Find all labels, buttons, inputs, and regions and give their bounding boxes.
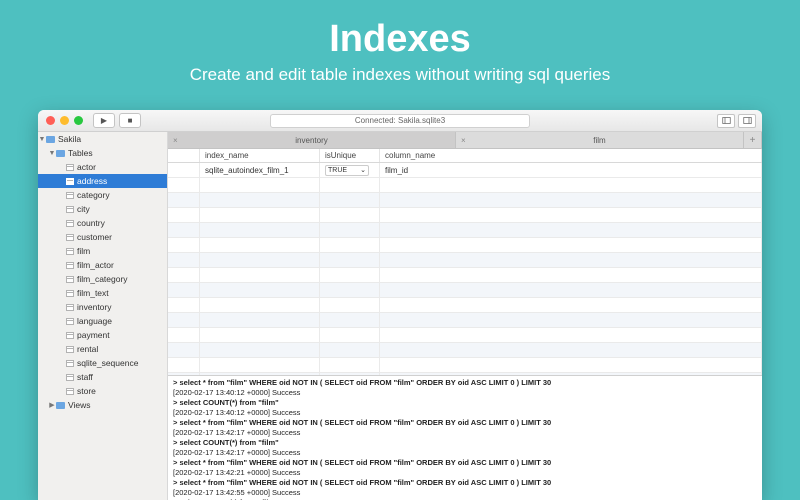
sidebar-table-rental[interactable]: rental <box>38 342 167 356</box>
sidebar-table-payment[interactable]: payment <box>38 328 167 342</box>
col-is-unique[interactable]: isUnique <box>320 149 380 162</box>
hero-title: Indexes <box>0 18 800 61</box>
sidebar-table-sqlite_sequence[interactable]: sqlite_sequence <box>38 356 167 370</box>
empty-row <box>168 328 762 343</box>
empty-row <box>168 178 762 193</box>
tab-film[interactable]: ×film <box>456 132 744 148</box>
empty-row <box>168 298 762 313</box>
empty-row <box>168 313 762 328</box>
sidebar-tables-folder[interactable]: ▼Tables <box>38 146 167 160</box>
sidebar-table-actor[interactable]: actor <box>38 160 167 174</box>
empty-row <box>168 253 762 268</box>
console-line: > select * from "film" WHERE oid NOT IN … <box>173 418 757 428</box>
console-line: [2020-02-17 13:42:17 +0000] Success <box>173 428 757 438</box>
console-line: [2020-02-17 13:42:21 +0000] Success <box>173 468 757 478</box>
sql-console[interactable]: > select * from "film" WHERE oid NOT IN … <box>168 375 762 500</box>
console-line: > select COUNT(*) from "film" <box>173 438 757 448</box>
empty-row <box>168 223 762 238</box>
close-tab-icon[interactable]: × <box>461 136 466 145</box>
sidebar-table-film[interactable]: film <box>38 244 167 258</box>
hero-subtitle: Create and edit table indexes without wr… <box>0 65 800 85</box>
empty-row <box>168 358 762 373</box>
col-index-name[interactable]: index_name <box>200 149 320 162</box>
traffic-lights <box>38 116 83 125</box>
console-line: [2020-02-17 13:40:12 +0000] Success <box>173 408 757 418</box>
sidebar-table-customer[interactable]: customer <box>38 230 167 244</box>
connection-status: Connected: Sakila.sqlite3 <box>270 114 530 128</box>
console-line: [2020-02-17 13:40:12 +0000] Success <box>173 388 757 398</box>
sidebar-db-root[interactable]: ▼Sakila <box>38 132 167 146</box>
sidebar: ▼Sakila▼Tablesactoraddresscategorycityco… <box>38 132 168 500</box>
tab-bar: ×inventory×film+ <box>168 132 762 149</box>
console-line: > select COUNT(*) from "film" <box>173 398 757 408</box>
sidebar-table-store[interactable]: store <box>38 384 167 398</box>
sidebar-table-address[interactable]: address <box>38 174 167 188</box>
play-button[interactable]: ▶ <box>93 113 115 128</box>
console-line: > select * from "film" WHERE oid NOT IN … <box>173 478 757 488</box>
close-tab-icon[interactable]: × <box>173 136 178 145</box>
sidebar-table-film_actor[interactable]: film_actor <box>38 258 167 272</box>
tab-inventory[interactable]: ×inventory <box>168 132 456 148</box>
app-window: ▶ ■ Connected: Sakila.sqlite3 ▼Sakila▼Ta… <box>38 110 762 500</box>
col-column-name[interactable]: column_name <box>380 149 762 162</box>
index-row[interactable]: sqlite_autoindex_film_1TRUE⌄film_id <box>168 163 762 178</box>
empty-row <box>168 238 762 253</box>
sidebar-toggle-button[interactable] <box>717 114 735 128</box>
sidebar-table-language[interactable]: language <box>38 314 167 328</box>
is-unique-dropdown[interactable]: TRUE⌄ <box>325 165 369 176</box>
add-tab-button[interactable]: + <box>744 132 762 148</box>
console-line: > select * from "film" WHERE oid NOT IN … <box>173 458 757 468</box>
titlebar: ▶ ■ Connected: Sakila.sqlite3 <box>38 110 762 132</box>
sidebar-table-film_text[interactable]: film_text <box>38 286 167 300</box>
console-line: [2020-02-17 13:42:17 +0000] Success <box>173 448 757 458</box>
empty-row <box>168 343 762 358</box>
empty-row <box>168 268 762 283</box>
panel-toggle-button[interactable] <box>738 114 756 128</box>
console-line: > select * from "film" WHERE oid NOT IN … <box>173 378 757 388</box>
stop-button[interactable]: ■ <box>119 113 141 128</box>
console-line: [2020-02-17 13:42:55 +0000] Success <box>173 488 757 498</box>
sidebar-table-country[interactable]: country <box>38 216 167 230</box>
sidebar-table-category[interactable]: category <box>38 188 167 202</box>
empty-row <box>168 193 762 208</box>
sidebar-table-city[interactable]: city <box>38 202 167 216</box>
close-window-button[interactable] <box>46 116 55 125</box>
sidebar-table-inventory[interactable]: inventory <box>38 300 167 314</box>
zoom-window-button[interactable] <box>74 116 83 125</box>
empty-row <box>168 283 762 298</box>
minimize-window-button[interactable] <box>60 116 69 125</box>
sidebar-table-film_category[interactable]: film_category <box>38 272 167 286</box>
index-grid: index_name isUnique column_name sqlite_a… <box>168 149 762 375</box>
empty-row <box>168 208 762 223</box>
sidebar-table-staff[interactable]: staff <box>38 370 167 384</box>
sidebar-views-folder[interactable]: ▶Views <box>38 398 167 412</box>
